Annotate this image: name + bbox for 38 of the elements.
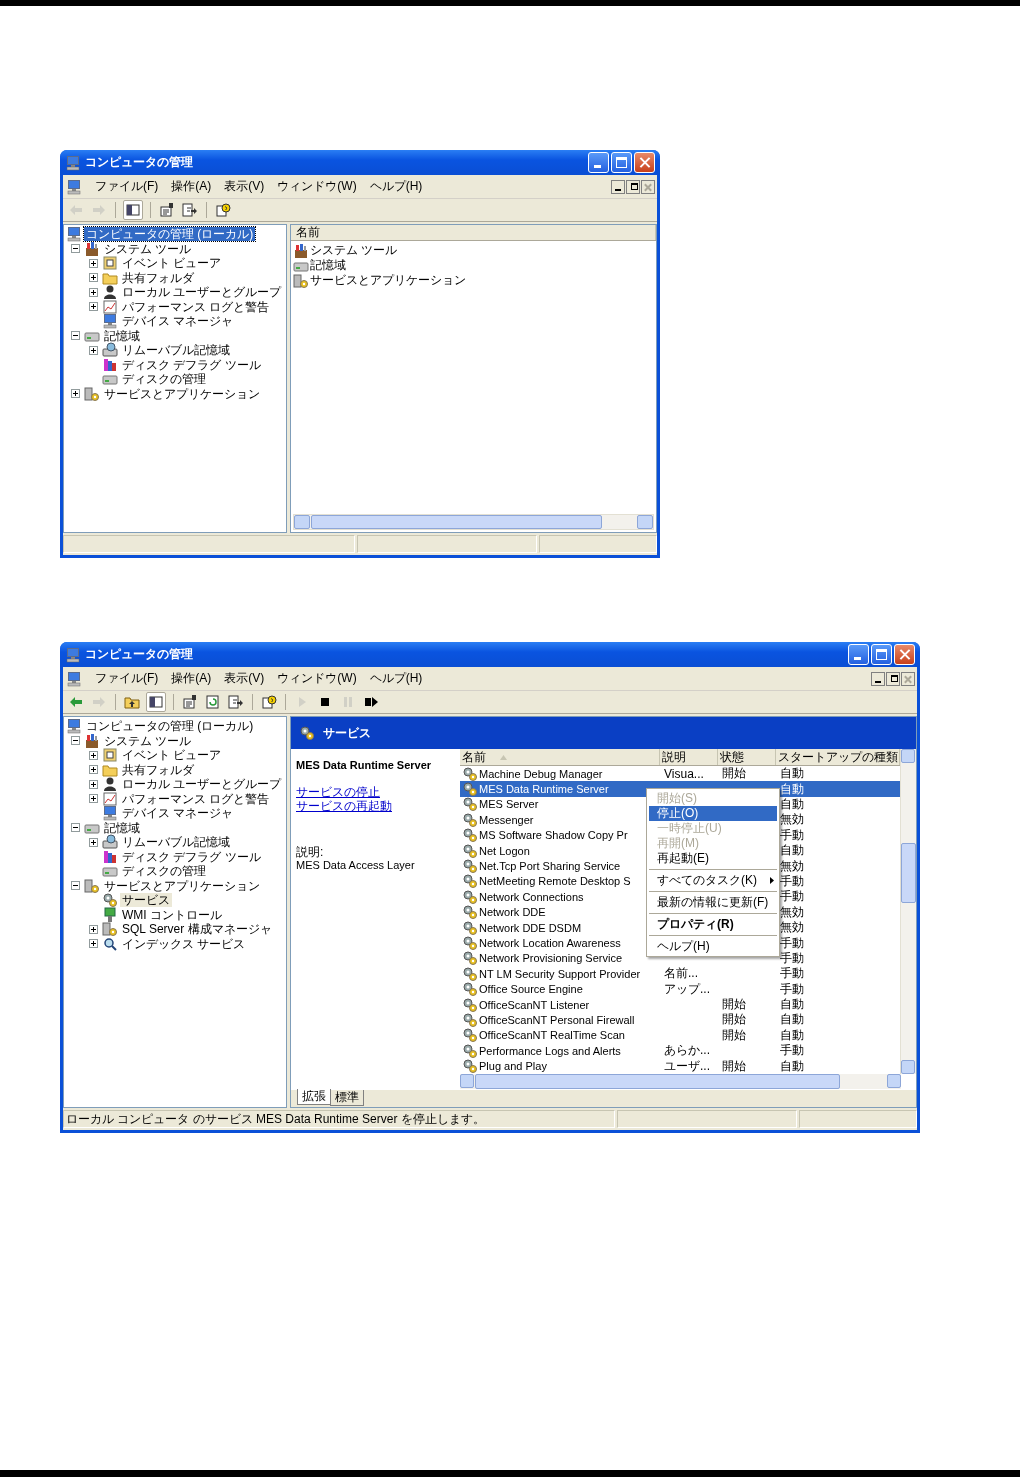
service-name: MES Data Runtime Server bbox=[479, 783, 609, 796]
window-title: コンピュータの管理 bbox=[85, 646, 194, 663]
startup-type: 無効 bbox=[780, 920, 804, 935]
startup-type: 無効 bbox=[780, 858, 804, 873]
startup-type: 自動 bbox=[780, 997, 804, 1012]
startup-type: 自動 bbox=[780, 1012, 804, 1027]
startup-type: 自動 bbox=[780, 797, 804, 811]
service-description: アップ... bbox=[664, 981, 710, 996]
startup-type: 自動 bbox=[780, 1058, 804, 1073]
startup-type: 自動 bbox=[780, 1027, 804, 1042]
status-text: ローカル コンピュータ のサービス MES Data Runtime Server を停止します。 bbox=[63, 1110, 615, 1128]
service-description: あらか... bbox=[664, 1043, 710, 1058]
service-status: 開始 bbox=[722, 997, 746, 1012]
pane-title: サービス bbox=[323, 724, 371, 742]
startup-type: 手動 bbox=[780, 873, 804, 888]
startup-type: 自動 bbox=[780, 843, 804, 858]
description-text: MES Data Access Layer bbox=[296, 859, 416, 872]
startup-type: 手動 bbox=[780, 950, 804, 965]
startup-type: 手動 bbox=[780, 981, 804, 996]
startup-type: 手動 bbox=[780, 827, 804, 842]
startup-type: 手動 bbox=[780, 1043, 804, 1058]
startup-type: 手動 bbox=[780, 966, 804, 981]
service-status: 開始 bbox=[722, 1012, 746, 1027]
window-title: コンピュータの管理 bbox=[85, 154, 194, 171]
startup-type: 無効 bbox=[780, 904, 804, 919]
startup-type: 無効 bbox=[780, 812, 804, 827]
service-status: 開始 bbox=[722, 1027, 746, 1042]
startup-type: 手動 bbox=[780, 889, 804, 904]
service-status: 開始 bbox=[722, 766, 746, 781]
service-description: ユーザ... bbox=[664, 1058, 710, 1073]
service-title: MES Data Runtime Server bbox=[296, 759, 433, 771]
service-status: 開始 bbox=[722, 1058, 746, 1073]
startup-type: 自動 bbox=[780, 781, 804, 796]
service-description: Visua... bbox=[664, 766, 704, 781]
startup-type: 手動 bbox=[780, 935, 804, 950]
description-label: 説明: bbox=[296, 845, 325, 859]
service-description: 名前... bbox=[664, 966, 698, 981]
startup-type: 自動 bbox=[780, 766, 804, 781]
